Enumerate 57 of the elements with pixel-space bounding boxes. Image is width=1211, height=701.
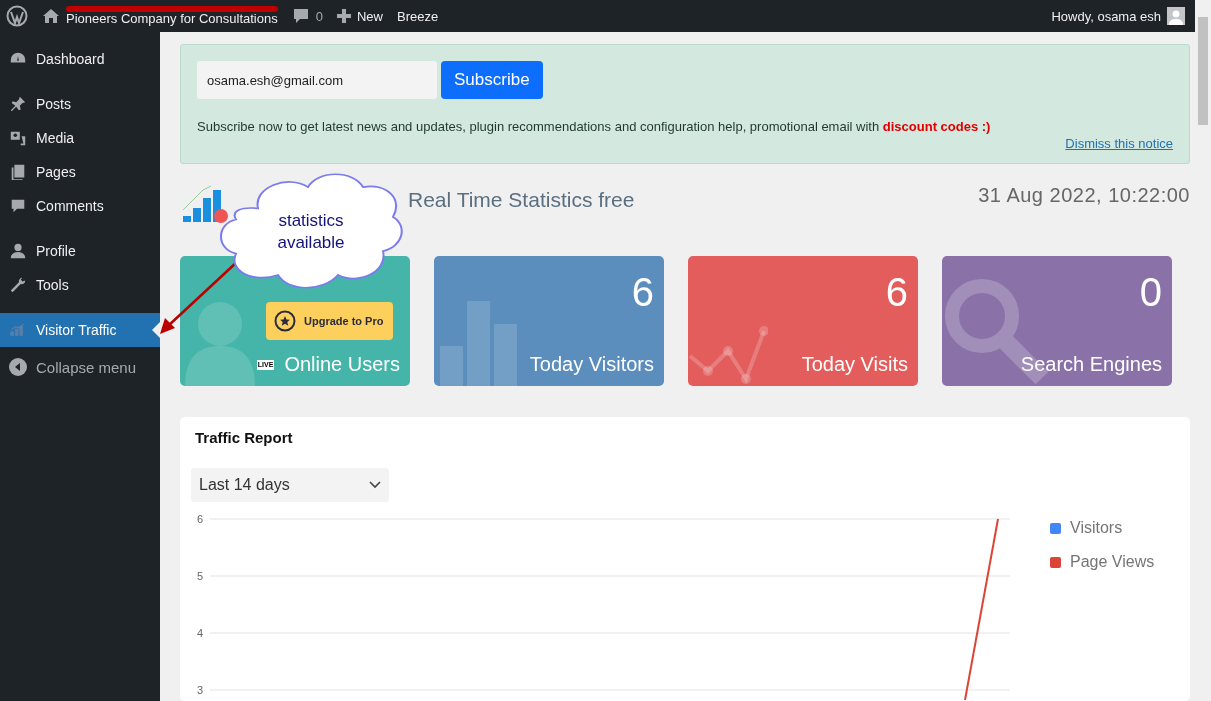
stat-label: Today Visits xyxy=(801,353,908,376)
subscribe-button[interactable]: Subscribe xyxy=(441,61,543,99)
range-select[interactable]: Last 14 days xyxy=(191,468,389,502)
card-title: Traffic Report xyxy=(194,429,294,446)
menu-label: Profile xyxy=(36,243,76,259)
upgrade-button[interactable]: Upgrade to Pro xyxy=(266,302,393,340)
stat-value: 6 xyxy=(631,270,654,314)
email-field[interactable]: osama.esh@gmail.com xyxy=(197,61,437,99)
dismiss-link[interactable]: Dismiss this notice xyxy=(1065,136,1173,151)
new-link[interactable]: New xyxy=(356,8,383,24)
menu-item[interactable]: Tools xyxy=(0,268,160,302)
axis-label: 5 xyxy=(196,570,203,582)
pin-icon xyxy=(9,95,27,113)
pages-icon xyxy=(9,163,27,181)
stat-label: Online Users xyxy=(284,353,400,376)
collapse-menu-link[interactable]: Collapse menu xyxy=(36,358,137,376)
collapse-icon[interactable] xyxy=(9,358,27,376)
site-name[interactable]: Pioneers Company for Consultations xyxy=(66,12,278,26)
menu-item[interactable]: Posts xyxy=(0,87,160,121)
menu-label: Comments xyxy=(36,198,104,214)
person-icon xyxy=(9,242,27,260)
plus-icon[interactable] xyxy=(336,9,351,23)
stat-label: Today Visitors xyxy=(529,353,654,376)
legend-label: Visitors xyxy=(1070,519,1123,537)
menu-item[interactable]: Pages xyxy=(0,155,160,189)
menu-item[interactable]: Media xyxy=(0,121,160,155)
stat-value: 0 xyxy=(1139,270,1162,314)
legend-label: Page Views xyxy=(1070,553,1155,571)
menu-label: Visitor Traffic xyxy=(36,322,117,338)
axis-label: 6 xyxy=(196,513,203,525)
menu-label: Media xyxy=(36,130,75,146)
menu-item[interactable]: Visitor Traffic xyxy=(0,313,160,347)
menu-item[interactable]: Dashboard xyxy=(0,42,160,76)
comment-count[interactable]: 0 xyxy=(315,8,323,24)
axis-label: 3 xyxy=(196,684,203,696)
home-icon[interactable] xyxy=(42,8,60,24)
callout-text: statistics available xyxy=(276,210,346,254)
menu-item[interactable]: Profile xyxy=(0,234,160,268)
stat-label: Search Engines xyxy=(1020,353,1162,376)
chevron-down-icon xyxy=(369,481,381,489)
menu-label: Pages xyxy=(36,164,76,180)
menu-label: Posts xyxy=(36,96,71,112)
comment-icon[interactable] xyxy=(291,7,310,25)
greeting[interactable]: Howdy, osama esh xyxy=(1051,8,1161,24)
breeze-link[interactable]: Breeze xyxy=(397,8,439,24)
stat-value: 6 xyxy=(885,270,908,314)
plugin-title: Real Time Statistics free xyxy=(408,188,636,212)
wrench-icon xyxy=(9,276,27,294)
menu-label: Dashboard xyxy=(36,51,105,67)
notice-message: Subscribe now to get latest news and updates, plugin recommendations and configuration help, promotional email with discount codes :) xyxy=(197,119,992,134)
menu-item[interactable]: Comments xyxy=(0,189,160,223)
axis-label: 4 xyxy=(196,627,203,639)
menu-label: Tools xyxy=(36,277,69,293)
date-time: 31 Aug 2022, 10:22:00 xyxy=(978,184,1190,207)
wordpress-logo[interactable] xyxy=(6,5,28,27)
chart-icon xyxy=(9,321,27,339)
media-icon xyxy=(9,129,27,147)
